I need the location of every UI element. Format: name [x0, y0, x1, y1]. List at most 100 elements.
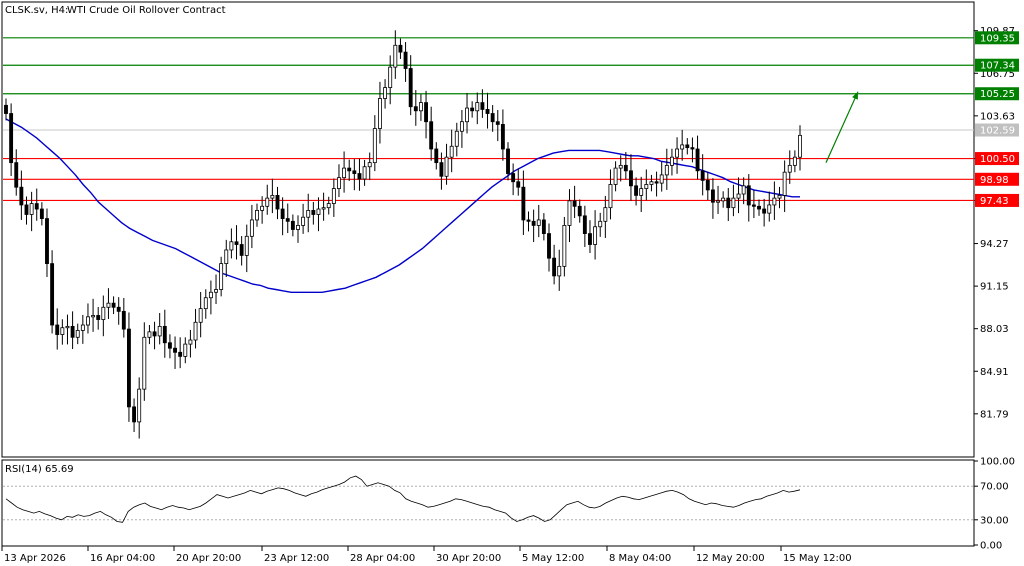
candle-body-down	[526, 219, 531, 222]
candle-body-down	[178, 351, 183, 357]
candle-body-down	[14, 162, 19, 188]
resistance-label-2-text: 107.34	[980, 61, 1015, 72]
candle-body-up	[649, 181, 654, 185]
candle-body-up	[736, 193, 741, 199]
candle-body-up	[731, 197, 736, 209]
candle-body-down	[311, 209, 316, 215]
candle-body-up	[362, 166, 367, 180]
candle-body-up	[229, 241, 234, 251]
candle-body-up	[777, 194, 782, 199]
candle-body-down	[285, 218, 290, 222]
candle-body-down	[290, 220, 295, 230]
current-price-label-text: 102.59	[980, 126, 1015, 137]
candle-body-up	[767, 204, 772, 214]
price-tick-label: 91.15	[980, 282, 1009, 293]
candle-body-down	[4, 104, 8, 114]
candle-body-up	[567, 200, 572, 226]
time-tick-label: 12 May 20:00	[696, 553, 765, 564]
time-tick-label: 15 May 12:00	[783, 553, 852, 564]
candle-body-up	[644, 184, 649, 189]
candle-body-up	[721, 197, 726, 202]
rsi-label: RSI(14) 65.69	[5, 464, 74, 475]
time-tick-label: 8 May 04:00	[609, 553, 671, 564]
resistance-label-3-text: 105.25	[980, 89, 1015, 100]
candle-body-up	[137, 388, 142, 423]
trading-chart[interactable]: 109.87106.75103.63100.5097.4394.2791.158…	[0, 0, 1024, 566]
time-tick-label: 5 May 12:00	[522, 553, 584, 564]
rsi-tick-label: 0.00	[980, 541, 1002, 552]
candle-body-down	[96, 315, 101, 320]
candle-body-down	[39, 208, 44, 219]
candle-body-down	[705, 179, 710, 191]
candle-body-down	[572, 200, 577, 207]
candle-body-up	[664, 164, 669, 176]
candle-body-down	[577, 205, 582, 217]
candle-body-down	[495, 121, 500, 125]
candle-body-down	[757, 205, 761, 210]
candle-body-down	[275, 194, 280, 210]
time-tick-label: 13 Apr 2026	[4, 553, 66, 564]
candle-body-down	[403, 51, 408, 69]
candle-body-down	[70, 325, 75, 338]
candle-body-down	[511, 173, 516, 183]
candle-body-down	[347, 167, 352, 172]
candle-body-up	[244, 235, 249, 256]
candle-body-down	[116, 306, 121, 312]
candle-body-up	[208, 291, 213, 299]
rsi-tick-label: 30.00	[980, 515, 1009, 526]
candle-body-down	[127, 328, 131, 408]
candle-body-up	[29, 203, 34, 215]
candle-body-down	[234, 241, 239, 245]
candle-body-up	[562, 225, 567, 267]
candle-body-up	[557, 265, 562, 277]
candle-body-down	[480, 102, 485, 110]
candle-body-down	[531, 220, 536, 226]
candle-body-down	[751, 204, 756, 207]
candle-body-up	[772, 197, 777, 206]
candle-body-up	[608, 184, 613, 209]
candle-body-down	[470, 107, 475, 112]
candle-body-down	[19, 186, 24, 206]
candle-body-down	[710, 189, 715, 203]
chart-symbol: CLSK.sv, H4:	[5, 5, 68, 16]
candle-body-down	[623, 164, 628, 172]
candle-body-up	[91, 315, 96, 318]
candle-body-up	[106, 302, 111, 308]
candle-body-up	[255, 209, 259, 221]
price-tick-label: 103.63	[980, 111, 1015, 122]
candle-body-down	[162, 325, 167, 344]
candle-body-down	[50, 263, 55, 326]
candle-body-down	[516, 181, 521, 188]
candle-body-up	[326, 203, 331, 209]
candle-body-up	[80, 324, 85, 331]
resistance-label-1-text: 109.35	[980, 33, 1015, 44]
candle-body-up	[536, 219, 541, 226]
support-label-2-text: 98.98	[980, 175, 1009, 186]
candle-body-up	[741, 185, 746, 195]
candle-body-down	[280, 208, 285, 219]
candle-body-down	[588, 233, 592, 245]
candle-body-up	[782, 171, 787, 196]
candle-body-up	[618, 164, 623, 169]
time-tick-label: 23 Apr 12:00	[264, 553, 329, 564]
candle-body-down	[490, 113, 495, 123]
candle-body-up	[188, 339, 193, 345]
candle-body-up	[316, 208, 321, 215]
price-tick-label: 88.03	[980, 324, 1009, 335]
candle-body-up	[306, 209, 311, 218]
candle-body-down	[521, 186, 526, 221]
candle-body-up	[787, 164, 792, 173]
time-tick-label: 16 Apr 04:00	[90, 553, 155, 564]
candle-body-down	[121, 310, 126, 330]
candle-body-up	[270, 194, 275, 199]
candle-body-down	[357, 173, 362, 180]
time-tick-label: 30 Apr 20:00	[436, 553, 501, 564]
candle-body-up	[219, 263, 224, 290]
candle-body-down	[547, 233, 551, 259]
price-tick-label: 81.79	[980, 409, 1009, 420]
candle-body-up	[260, 205, 265, 211]
candle-body-down	[55, 324, 60, 335]
candle-body-up	[444, 156, 449, 177]
candle-body-up	[798, 134, 802, 158]
candle-body-down	[429, 121, 434, 150]
